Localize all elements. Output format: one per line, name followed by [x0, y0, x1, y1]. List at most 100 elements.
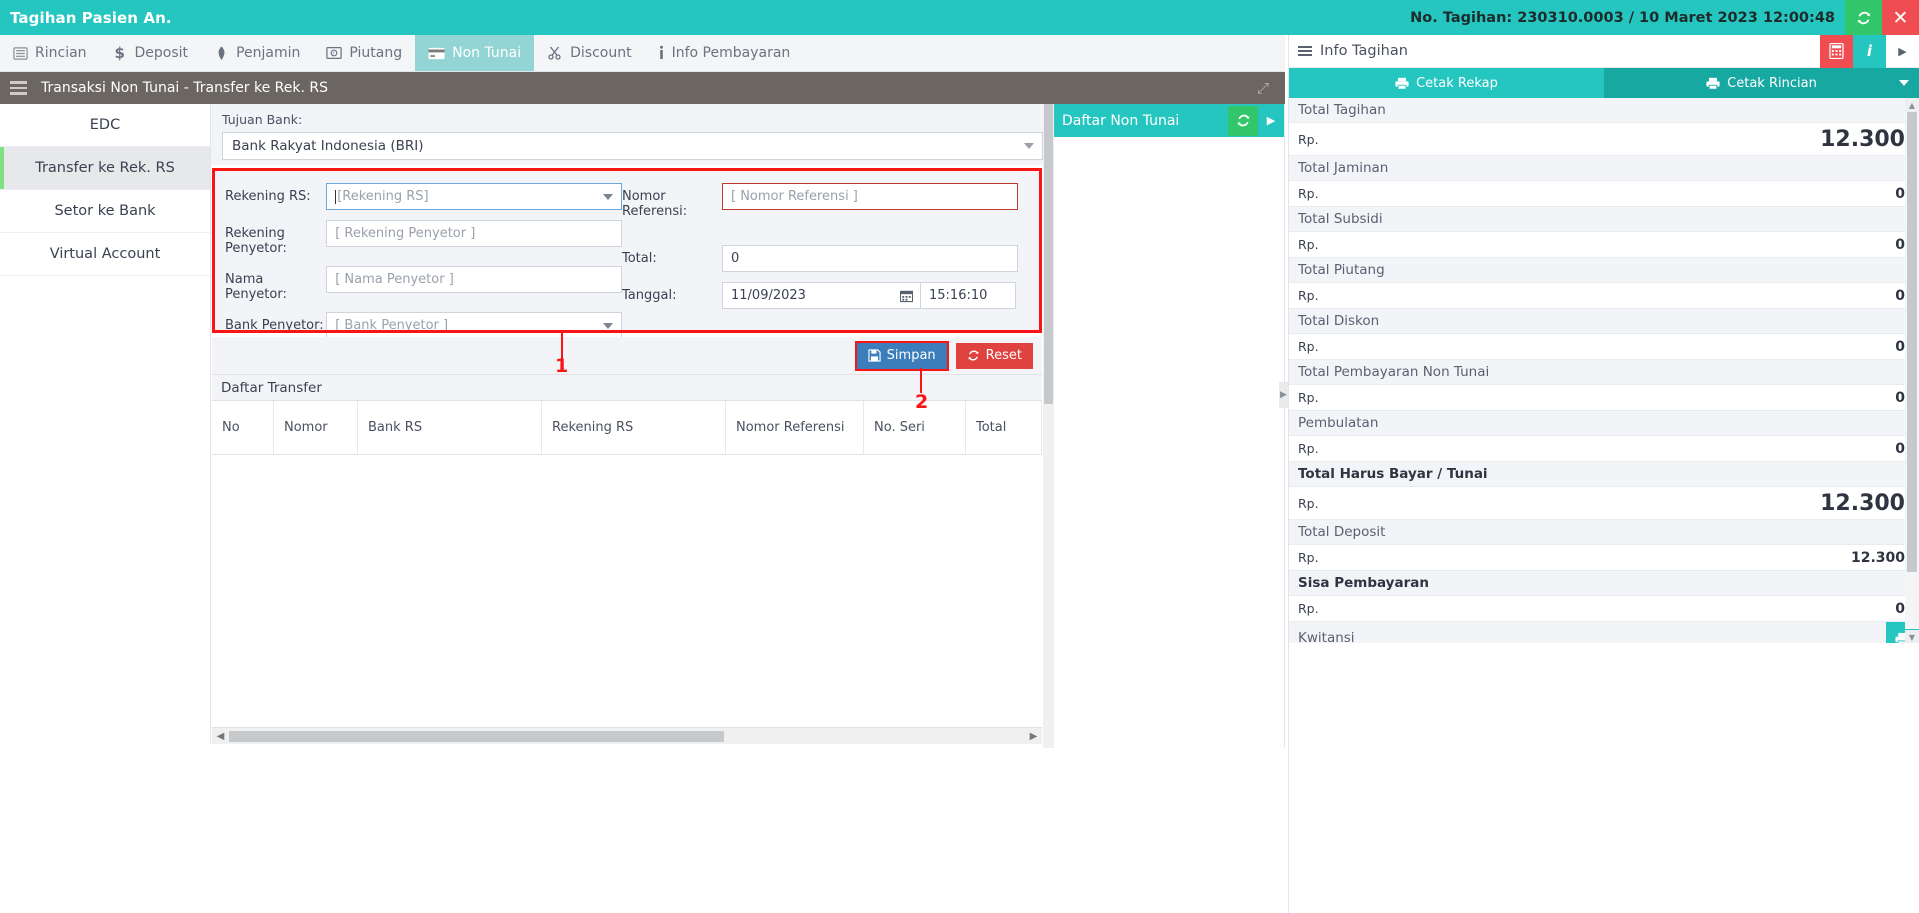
total-value-row: Rp. 0	[1289, 334, 1919, 360]
currency-label: Rp.	[1298, 441, 1319, 456]
main-vertical-scrollbar[interactable]	[1043, 104, 1054, 748]
chevron-down-icon[interactable]	[1899, 80, 1909, 86]
scroll-thumb[interactable]	[229, 730, 724, 742]
total-label: Total Jaminan	[1289, 156, 1919, 181]
kwitansi-row: Kwitansi	[1289, 622, 1919, 643]
page-title: Tagihan Pasien An.	[10, 8, 172, 27]
refresh-button[interactable]	[1228, 105, 1258, 136]
transaction-sidebar: EDC Transfer ke Rek. RS Setor ke Bank Vi…	[0, 104, 211, 744]
annotation-number-2: 2	[915, 391, 929, 413]
printer-icon	[1706, 77, 1720, 90]
expand-icon[interactable]: ⤢	[1257, 79, 1269, 97]
total-value-row: Rp. 0	[1289, 283, 1919, 309]
info-button[interactable]: i	[1853, 34, 1886, 68]
dollar-icon: $	[113, 45, 128, 61]
scroll-down-icon[interactable]: ▼	[1905, 630, 1919, 643]
waktu-input[interactable]: 15:16:10	[921, 282, 1016, 309]
sidebar-item-edc[interactable]: EDC	[0, 104, 210, 147]
bill-number-label: No. Tagihan: 230310.0003 / 10 Maret 2023…	[1410, 9, 1835, 26]
bank-penyetor-select[interactable]: [ Bank Penyetor ]	[326, 312, 622, 339]
info-panel-title: Info Tagihan	[1320, 43, 1408, 59]
totals-list: Total Tagihan Rp. 12.300 Total Jaminan R…	[1289, 98, 1919, 643]
tab-deposit[interactable]: $ Deposit	[100, 35, 202, 71]
total-label: Total Piutang	[1289, 258, 1919, 283]
currency-label: Rp.	[1298, 288, 1319, 303]
amount-value: 0	[1895, 287, 1905, 304]
svg-text:$: $	[114, 45, 124, 61]
refresh-icon	[1236, 114, 1250, 127]
total-value-row: Rp. 12.300	[1289, 545, 1919, 571]
svg-text:!: !	[333, 51, 335, 57]
sidebar-item-label: Transfer ke Rek. RS	[35, 160, 175, 176]
currency-label: Rp.	[1298, 131, 1319, 147]
rekening-penyetor-input[interactable]: [ Rekening Penyetor ]	[326, 220, 622, 247]
table-horizontal-scrollbar[interactable]: ◀ ▶	[212, 727, 1042, 744]
tab-cetak-rekap[interactable]: Cetak Rekap	[1289, 68, 1604, 98]
sidebar-item-transfer-rek-rs[interactable]: Transfer ke Rek. RS	[0, 147, 210, 190]
window-header: Tagihan Pasien An. No. Tagihan: 230310.0…	[0, 0, 1919, 35]
tujuan-bank-select[interactable]: Bank Rakyat Indonesia (BRI)	[222, 132, 1043, 160]
refresh-button[interactable]	[1845, 0, 1882, 35]
field-value: [ Bank Penyetor ]	[335, 318, 449, 333]
hamburger-icon[interactable]	[10, 81, 27, 95]
amount-value: 12.300	[1820, 126, 1905, 152]
sidebar-item-setor-ke-bank[interactable]: Setor ke Bank	[0, 190, 210, 233]
tab-cetak-rincian[interactable]: Cetak Rincian	[1604, 68, 1919, 98]
panel-collapse-handle[interactable]: ▶	[1279, 382, 1288, 408]
currency-label: Rp.	[1298, 339, 1319, 354]
info-panel-scroll-track[interactable]	[1905, 112, 1919, 629]
table-column-header[interactable]: Total	[966, 401, 1042, 454]
table-column-header[interactable]: No	[212, 401, 274, 454]
amount-value: 0	[1895, 236, 1905, 253]
tab-non-tunai[interactable]: Non Tunai	[415, 35, 535, 71]
daftar-non-tunai-panel: Daftar Non Tunai ▶	[1054, 104, 1285, 748]
kwitansi-label: Kwitansi	[1298, 630, 1355, 643]
sidebar-item-label: EDC	[89, 117, 121, 133]
tab-discount[interactable]: Discount	[534, 35, 644, 71]
info-panel-header: Info Tagihan i ▶	[1289, 34, 1919, 68]
scroll-track[interactable]	[229, 728, 1025, 745]
calculator-button[interactable]	[1820, 34, 1853, 68]
rekening-rs-input[interactable]: [Rekening RS]	[326, 183, 622, 210]
sidebar-item-virtual-account[interactable]: Virtual Account	[0, 233, 210, 276]
annotation-number-1: 1	[555, 355, 569, 377]
list-icon	[13, 46, 28, 61]
form-column-left: Rekening RS: [Rekening RS] Rekening Peny…	[215, 171, 622, 339]
chevron-down-icon	[603, 322, 613, 329]
tab-piutang[interactable]: ! Piutang	[313, 35, 415, 71]
tanggal-input[interactable]: 11/09/2023	[722, 282, 921, 309]
collapse-panel-button[interactable]: ▶	[1886, 35, 1919, 68]
reset-button[interactable]: Reset	[955, 342, 1033, 369]
expand-panel-button[interactable]: ▶	[1258, 104, 1284, 137]
sidebar-item-label: Virtual Account	[49, 246, 161, 262]
refresh-icon	[1857, 11, 1870, 24]
scroll-up-icon[interactable]: ▲	[1905, 98, 1919, 112]
tab-label: Deposit	[134, 45, 189, 61]
table-column-header[interactable]: Nomor Referensi	[726, 401, 864, 454]
total-input[interactable]: 0	[722, 245, 1018, 272]
total-value-row: Rp. 12.300	[1289, 123, 1919, 156]
tab-label: Non Tunai	[452, 45, 522, 61]
tab-info-pembayaran[interactable]: Info Pembayaran	[645, 35, 804, 71]
scroll-left-icon[interactable]: ◀	[212, 731, 229, 742]
sidebar-item-label: Setor ke Bank	[54, 203, 156, 219]
scroll-thumb[interactable]	[1907, 112, 1917, 572]
tab-rincian[interactable]: Rincian	[0, 35, 100, 71]
amount-value: 0	[1895, 338, 1905, 355]
tab-penjamin[interactable]: Penjamin	[201, 35, 313, 71]
scroll-right-icon[interactable]: ▶	[1025, 731, 1042, 742]
form-action-bar: Simpan Reset	[212, 337, 1042, 375]
chevron-down-icon	[1024, 143, 1034, 149]
close-button[interactable]: ✕	[1882, 0, 1919, 35]
amount-value: 0	[1895, 389, 1905, 406]
scroll-thumb[interactable]	[1044, 104, 1053, 404]
table-column-header[interactable]: Bank RS	[358, 401, 542, 454]
calendar-icon[interactable]	[900, 289, 913, 302]
section-header: Transaksi Non Tunai - Transfer ke Rek. R…	[0, 72, 1285, 104]
table-column-header[interactable]: Rekening RS	[542, 401, 726, 454]
nomor-referensi-input[interactable]: [ Nomor Referensi ]	[722, 183, 1018, 210]
money-icon: !	[326, 46, 343, 60]
save-button[interactable]: Simpan	[854, 340, 949, 371]
nama-penyetor-input[interactable]: [ Nama Penyetor ]	[326, 266, 622, 293]
table-column-header[interactable]: Nomor	[274, 401, 358, 454]
